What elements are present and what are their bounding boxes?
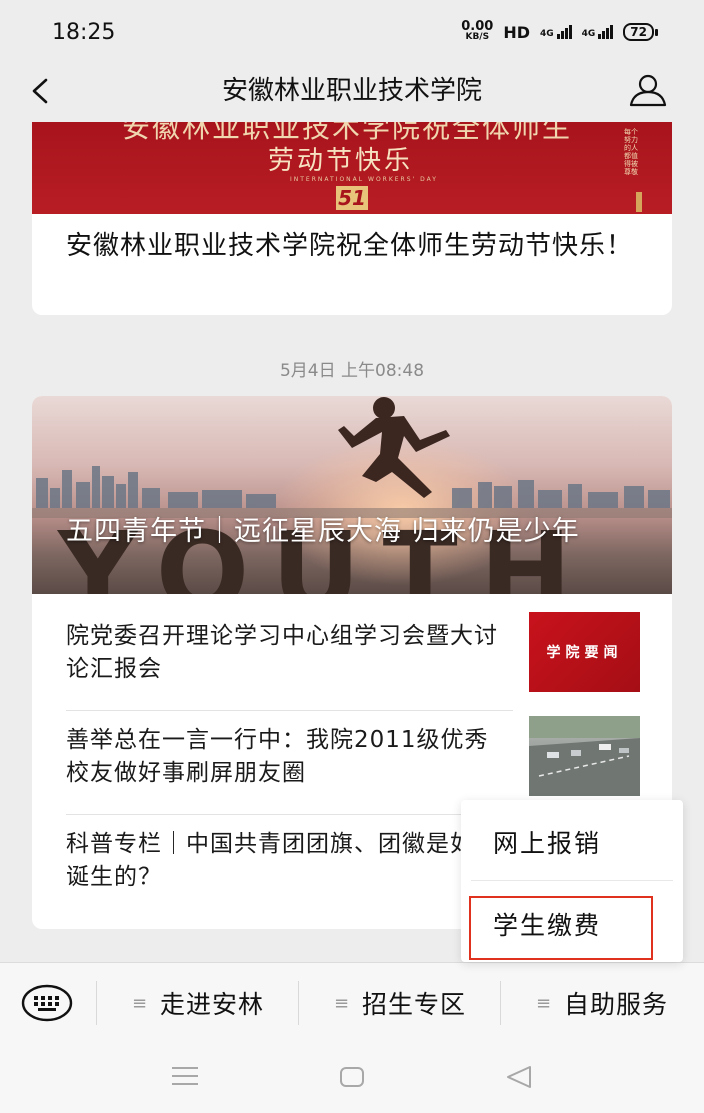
article-card[interactable]: 安徽林业职业技术学院祝全体师生 劳动节快乐 INTERNATIONAL WORK… <box>32 122 672 315</box>
keyboard-icon[interactable] <box>20 981 74 1025</box>
road-image <box>529 716 640 796</box>
list-item[interactable]: 院党委召开理论学习中心组学习会暨大讨论汇报会 学院要闻 <box>32 594 672 698</box>
menu-item-label: 自助服务 <box>564 990 669 1019</box>
list-item-title[interactable]: 科普专栏｜中国共青团团旗、团徽是如何诞生的？ <box>66 828 506 894</box>
banner-side-text: 每个努力的人都值得被尊敬 <box>624 128 638 176</box>
banner-badge: 51 <box>336 186 368 210</box>
custom-menu-bar: ≡ 走进安林 ≡ 招生专区 ≡ 自助服务 <box>0 962 704 1045</box>
status-bar: 18:25 0.00 KB/S HD 4G 4G 72 <box>0 0 704 64</box>
battery-icon: 72 <box>623 23 658 41</box>
menu-icon[interactable] <box>170 1064 200 1088</box>
menu-item-about[interactable]: ≡ 走进安林 <box>98 981 298 1025</box>
list-item-thumbnail: 学院要闻 <box>529 612 640 692</box>
page-title: 安徽林业职业技术学院 <box>221 76 482 106</box>
status-time: 18:25 <box>52 20 116 45</box>
nav-bar: 安徽林业职业技术学院 <box>0 64 704 122</box>
menu-item-label: 走进安林 <box>160 990 265 1019</box>
hero-article[interactable]: YOUTH 五四青年节｜远征星辰大海 归来仍是少年 <box>32 396 672 594</box>
submenu-item-label: 网上报销 <box>493 829 602 858</box>
back-triangle-icon[interactable] <box>504 1064 534 1090</box>
list-item-thumbnail <box>529 716 640 796</box>
list-item-title[interactable]: 院党委召开理论学习中心组学习会暨大讨论汇报会 <box>66 620 506 686</box>
home-icon[interactable] <box>338 1064 366 1090</box>
hero-title[interactable]: 五四青年节｜远征星辰大海 归来仍是少年 <box>66 516 656 548</box>
signal-icon: 4G <box>540 25 572 39</box>
status-icons: 0.00 KB/S HD 4G 4G 72 <box>461 19 658 42</box>
message-timestamp: 5月4日 上午08:48 <box>279 361 425 381</box>
menu-list-icon: ≡ <box>131 992 149 1014</box>
menu-list-icon: ≡ <box>535 992 553 1014</box>
user-icon[interactable] <box>628 72 668 108</box>
article-title[interactable]: 安徽林业职业技术学院祝全体师生劳动节快乐！ <box>66 228 656 264</box>
list-item-title[interactable]: 善举总在一言一行中：我院2011级优秀校友做好事刷屏朋友圈 <box>66 724 506 790</box>
submenu-item-reimbursement[interactable]: 网上报销 <box>461 800 683 880</box>
signal-icon: 4G <box>582 25 614 39</box>
article-banner: 安徽林业职业技术学院祝全体师生 劳动节快乐 INTERNATIONAL WORK… <box>32 122 672 214</box>
menu-divider <box>298 981 299 1025</box>
menu-divider <box>96 981 97 1025</box>
menu-item-admissions[interactable]: ≡ 招生专区 <box>300 981 500 1025</box>
menu-divider <box>500 981 501 1025</box>
banner-decoration <box>636 192 642 212</box>
network-speed: 0.00 KB/S <box>461 19 494 42</box>
banner-subtitle: INTERNATIONAL WORKERS' DAY <box>290 176 438 183</box>
selection-highlight <box>469 896 653 960</box>
hd-indicator: HD <box>503 22 530 42</box>
thumbnail-label: 学院要闻 <box>546 645 623 661</box>
divider <box>471 880 673 881</box>
banner-text: 劳动节快乐 <box>268 146 414 176</box>
menu-item-self-service[interactable]: ≡ 自助服务 <box>502 981 702 1025</box>
list-item[interactable]: 善举总在一言一行中：我院2011级优秀校友做好事刷屏朋友圈 <box>32 698 672 802</box>
menu-list-icon: ≡ <box>333 992 351 1014</box>
menu-item-label: 招生专区 <box>362 990 467 1019</box>
system-nav-bar <box>0 1044 704 1113</box>
